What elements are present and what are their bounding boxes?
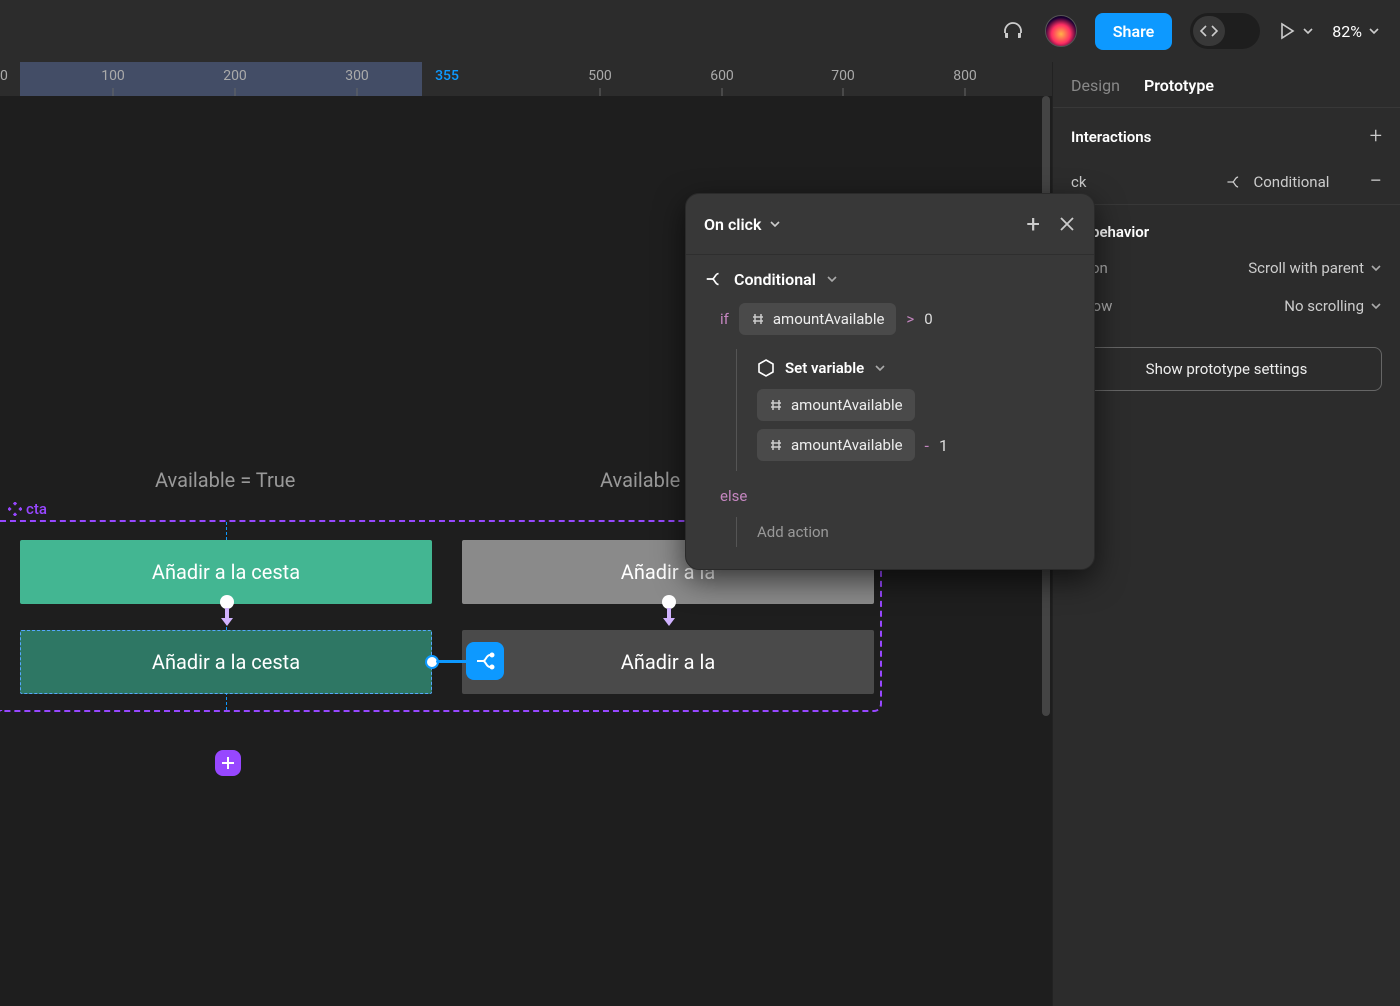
interaction-action-label: Conditional <box>1253 173 1329 191</box>
ruler-tick: 500 <box>588 68 612 84</box>
overflow-dropdown[interactable]: No scrolling <box>1284 297 1382 315</box>
add-interaction-button[interactable]: + <box>1370 124 1382 149</box>
if-condition-row: if amountAvailable > 0 <box>720 303 1076 335</box>
flow-arrow-icon[interactable] <box>658 594 680 626</box>
variable-pill[interactable]: amountAvailable <box>739 303 897 335</box>
component-label[interactable]: cta <box>8 500 47 518</box>
share-button[interactable]: Share <box>1095 13 1173 50</box>
operator: > <box>906 310 914 328</box>
conditional-noodle-icon[interactable] <box>466 642 504 680</box>
add-action-icon[interactable]: + <box>1026 210 1040 238</box>
scroll-position-value: Scroll with parent <box>1248 259 1364 277</box>
overflow-value: No scrolling <box>1284 297 1364 315</box>
ruler-tick: 300 <box>345 68 369 84</box>
preview-button[interactable] <box>1278 22 1314 40</box>
ruler-tick: 20 <box>0 68 8 84</box>
interaction-trigger: ck <box>1071 173 1086 191</box>
horizontal-ruler: 20 100 200 300 355 500 600 700 800 <box>0 62 1052 96</box>
zoom-dropdown[interactable]: 82% <box>1332 22 1380 41</box>
conditional-icon <box>704 269 724 289</box>
variable-name: amountAvailable <box>791 436 903 454</box>
remove-interaction-button[interactable]: − <box>1369 169 1382 194</box>
variant-label-true: Available = True <box>155 468 295 492</box>
number-variable-icon <box>769 438 783 452</box>
trigger-dropdown[interactable]: On click <box>704 215 781 234</box>
variant-label-false: Available = <box>600 468 696 492</box>
operator: - <box>925 436 929 455</box>
overflow-row: erflow No scrolling <box>1053 287 1400 325</box>
expression-row: amountAvailable - 1 <box>757 429 1076 461</box>
flow-arrow-icon[interactable] <box>216 594 238 626</box>
interaction-row[interactable]: ck Conditional − <box>1053 159 1400 205</box>
interaction-details-popover: On click + Conditional if amountAvailabl… <box>685 193 1095 570</box>
conditional-icon <box>1225 173 1243 191</box>
trigger-label: On click <box>704 215 761 234</box>
btn-label: Añadir a la cesta <box>152 650 300 674</box>
btn-label: Añadir a la <box>621 650 715 674</box>
variant-btn-grey-dark[interactable]: Añadir a la <box>462 630 874 694</box>
add-action-link[interactable]: Add action <box>736 517 1076 547</box>
if-keyword: if <box>720 310 729 328</box>
top-toolbar: Share 82% <box>0 0 1400 62</box>
dev-mode-toggle[interactable] <box>1190 13 1260 49</box>
variable-name: amountAvailable <box>791 396 903 414</box>
tab-prototype[interactable]: Prototype <box>1144 76 1214 95</box>
else-keyword: else <box>720 487 1076 505</box>
set-variable-label: Set variable <box>785 359 864 377</box>
literal-value: 0 <box>924 310 932 328</box>
ruler-tick: 200 <box>223 68 247 84</box>
expression-variable-pill[interactable]: amountAvailable <box>757 429 915 461</box>
number-variable-icon <box>769 398 783 412</box>
component-label-text: cta <box>26 500 47 518</box>
target-variable-pill[interactable]: amountAvailable <box>757 389 915 421</box>
number-variable-icon <box>751 312 765 326</box>
sidebar-tabs: Design Prototype <box>1053 62 1400 108</box>
if-body: Set variable amountAvailable amountAvail… <box>736 349 1076 471</box>
right-sidebar: Design Prototype Interactions + ck Condi… <box>1052 62 1400 1006</box>
scroll-behavior-title: oll behavior <box>1053 205 1400 249</box>
show-prototype-settings-button[interactable]: Show prototype settings <box>1071 347 1382 391</box>
action-type-dropdown[interactable]: Conditional <box>704 269 1076 289</box>
add-variant-button[interactable] <box>215 750 241 776</box>
btn-label: Añadir a la cesta <box>152 560 300 584</box>
code-icon <box>1193 16 1225 46</box>
interactions-header: Interactions + <box>1053 108 1400 159</box>
scroll-position-row: sition Scroll with parent <box>1053 249 1400 287</box>
headphones-icon[interactable] <box>999 17 1027 45</box>
zoom-value: 82% <box>1332 22 1362 41</box>
set-variable-dropdown[interactable]: Set variable <box>757 359 1076 377</box>
tab-design[interactable]: Design <box>1071 76 1120 95</box>
popover-body: Conditional if amountAvailable > 0 Set v… <box>686 255 1094 569</box>
hexagon-icon <box>757 359 775 377</box>
interactions-title: Interactions <box>1071 128 1151 146</box>
connection-line <box>436 660 470 663</box>
ruler-tick: 800 <box>953 68 977 84</box>
literal-value: 1 <box>939 436 948 455</box>
variable-name: amountAvailable <box>773 310 885 328</box>
ruler-tick: 600 <box>710 68 734 84</box>
close-popover-button[interactable] <box>1058 215 1076 233</box>
ruler-tick: 700 <box>831 68 855 84</box>
scroll-position-dropdown[interactable]: Scroll with parent <box>1248 259 1382 277</box>
action-type-label: Conditional <box>734 270 816 289</box>
popover-header: On click + <box>686 194 1094 255</box>
variant-btn-green-dark-selected[interactable]: Añadir a la cesta <box>20 630 432 694</box>
ruler-tick: 100 <box>101 68 125 84</box>
avatar[interactable] <box>1045 15 1077 47</box>
ruler-tick-selected: 355 <box>435 68 459 84</box>
